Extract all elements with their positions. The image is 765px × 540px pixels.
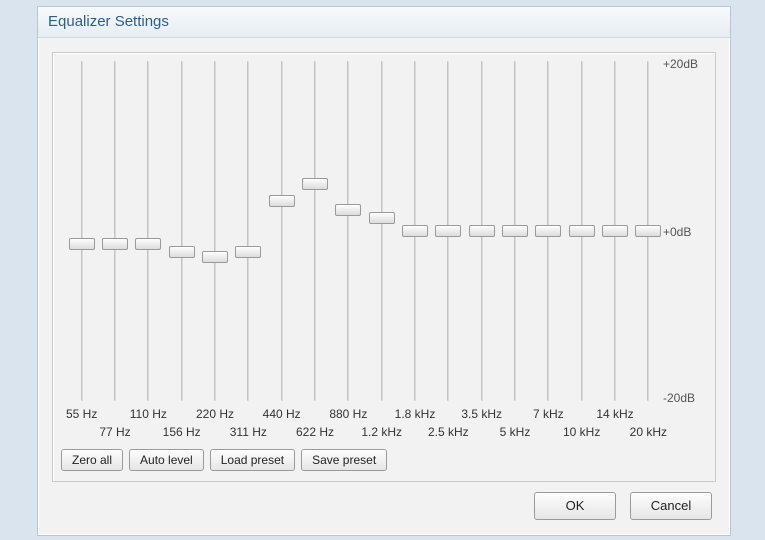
db-min-label: -20dB [663, 391, 707, 405]
slider-thumb[interactable] [135, 238, 161, 250]
eq-slider[interactable] [335, 61, 361, 401]
freq-label: 1.8 kHz [385, 407, 445, 421]
eq-slider[interactable] [102, 61, 128, 401]
slider-thumb[interactable] [602, 225, 628, 237]
equalizer-dialog: Equalizer Settings +20dB +0dB -20dB 55 H… [37, 6, 731, 536]
freq-label: 77 Hz [85, 425, 145, 439]
slider-thumb[interactable] [102, 238, 128, 250]
eq-slider[interactable] [435, 61, 461, 401]
eq-slider[interactable] [235, 61, 261, 401]
slider-thumb[interactable] [435, 225, 461, 237]
slider-thumb[interactable] [202, 251, 228, 263]
freq-label: 622 Hz [285, 425, 345, 439]
eq-slider[interactable] [602, 61, 628, 401]
freq-label: 880 Hz [318, 407, 378, 421]
slider-area: +20dB +0dB -20dB [65, 61, 661, 401]
slider-thumb[interactable] [469, 225, 495, 237]
slider-thumb[interactable] [69, 238, 95, 250]
eq-panel: +20dB +0dB -20dB 55 Hz 77 Hz 110 Hz 156 Hz 2… [52, 52, 716, 482]
ok-button[interactable]: OK [534, 492, 616, 520]
freq-label: 7 kHz [518, 407, 578, 421]
slider-thumb[interactable] [569, 225, 595, 237]
freq-label: 14 kHz [585, 407, 645, 421]
eq-slider[interactable] [302, 61, 328, 401]
freq-labels: 55 Hz77 Hz110 Hz156 Hz220 Hz311 Hz440 Hz… [65, 407, 661, 443]
eq-slider[interactable] [469, 61, 495, 401]
freq-label: 1.2 kHz [352, 425, 412, 439]
slider-thumb[interactable] [235, 246, 261, 258]
freq-label: 311 Hz [218, 425, 278, 439]
freq-label: 156 Hz [152, 425, 212, 439]
freq-label: 10 kHz [552, 425, 612, 439]
db-max-label: +20dB [663, 57, 707, 71]
freq-label: 55 Hz [52, 407, 112, 421]
slider-track [281, 61, 283, 401]
dialog-button-row: OK Cancel [52, 492, 716, 520]
eq-slider[interactable] [69, 61, 95, 401]
slider-track [114, 61, 116, 401]
slider-track [247, 61, 249, 401]
auto-level-button[interactable]: Auto level [129, 449, 204, 471]
slider-thumb[interactable] [269, 195, 295, 207]
eq-slider[interactable] [569, 61, 595, 401]
zero-all-button[interactable]: Zero all [61, 449, 123, 471]
preset-button-row: Zero all Auto level Load preset Save pre… [61, 449, 707, 471]
slider-track [347, 61, 349, 401]
slider-thumb[interactable] [402, 225, 428, 237]
slider-track [381, 61, 383, 401]
freq-label: 20 kHz [618, 425, 678, 439]
eq-slider[interactable] [502, 61, 528, 401]
dialog-title: Equalizer Settings [38, 7, 730, 38]
slider-thumb[interactable] [369, 212, 395, 224]
slider-thumb[interactable] [335, 204, 361, 216]
cancel-button[interactable]: Cancel [630, 492, 712, 520]
slider-track [147, 61, 149, 401]
load-preset-button[interactable]: Load preset [210, 449, 295, 471]
eq-slider[interactable] [269, 61, 295, 401]
freq-label: 5 kHz [485, 425, 545, 439]
slider-track [214, 61, 216, 401]
freq-label: 3.5 kHz [452, 407, 512, 421]
slider-thumb[interactable] [635, 225, 661, 237]
slider-track [181, 61, 183, 401]
eq-slider[interactable] [635, 61, 661, 401]
db-zero-label: +0dB [663, 225, 707, 239]
eq-slider[interactable] [535, 61, 561, 401]
slider-track [314, 61, 316, 401]
slider-thumb[interactable] [535, 225, 561, 237]
eq-slider[interactable] [369, 61, 395, 401]
slider-thumb[interactable] [302, 178, 328, 190]
eq-slider[interactable] [402, 61, 428, 401]
slider-thumb[interactable] [502, 225, 528, 237]
freq-label: 220 Hz [185, 407, 245, 421]
eq-slider[interactable] [169, 61, 195, 401]
freq-label: 110 Hz [118, 407, 178, 421]
slider-track [81, 61, 83, 401]
eq-slider[interactable] [135, 61, 161, 401]
save-preset-button[interactable]: Save preset [301, 449, 387, 471]
freq-label: 2.5 kHz [418, 425, 478, 439]
slider-thumb[interactable] [169, 246, 195, 258]
freq-label: 440 Hz [252, 407, 312, 421]
eq-slider[interactable] [202, 61, 228, 401]
